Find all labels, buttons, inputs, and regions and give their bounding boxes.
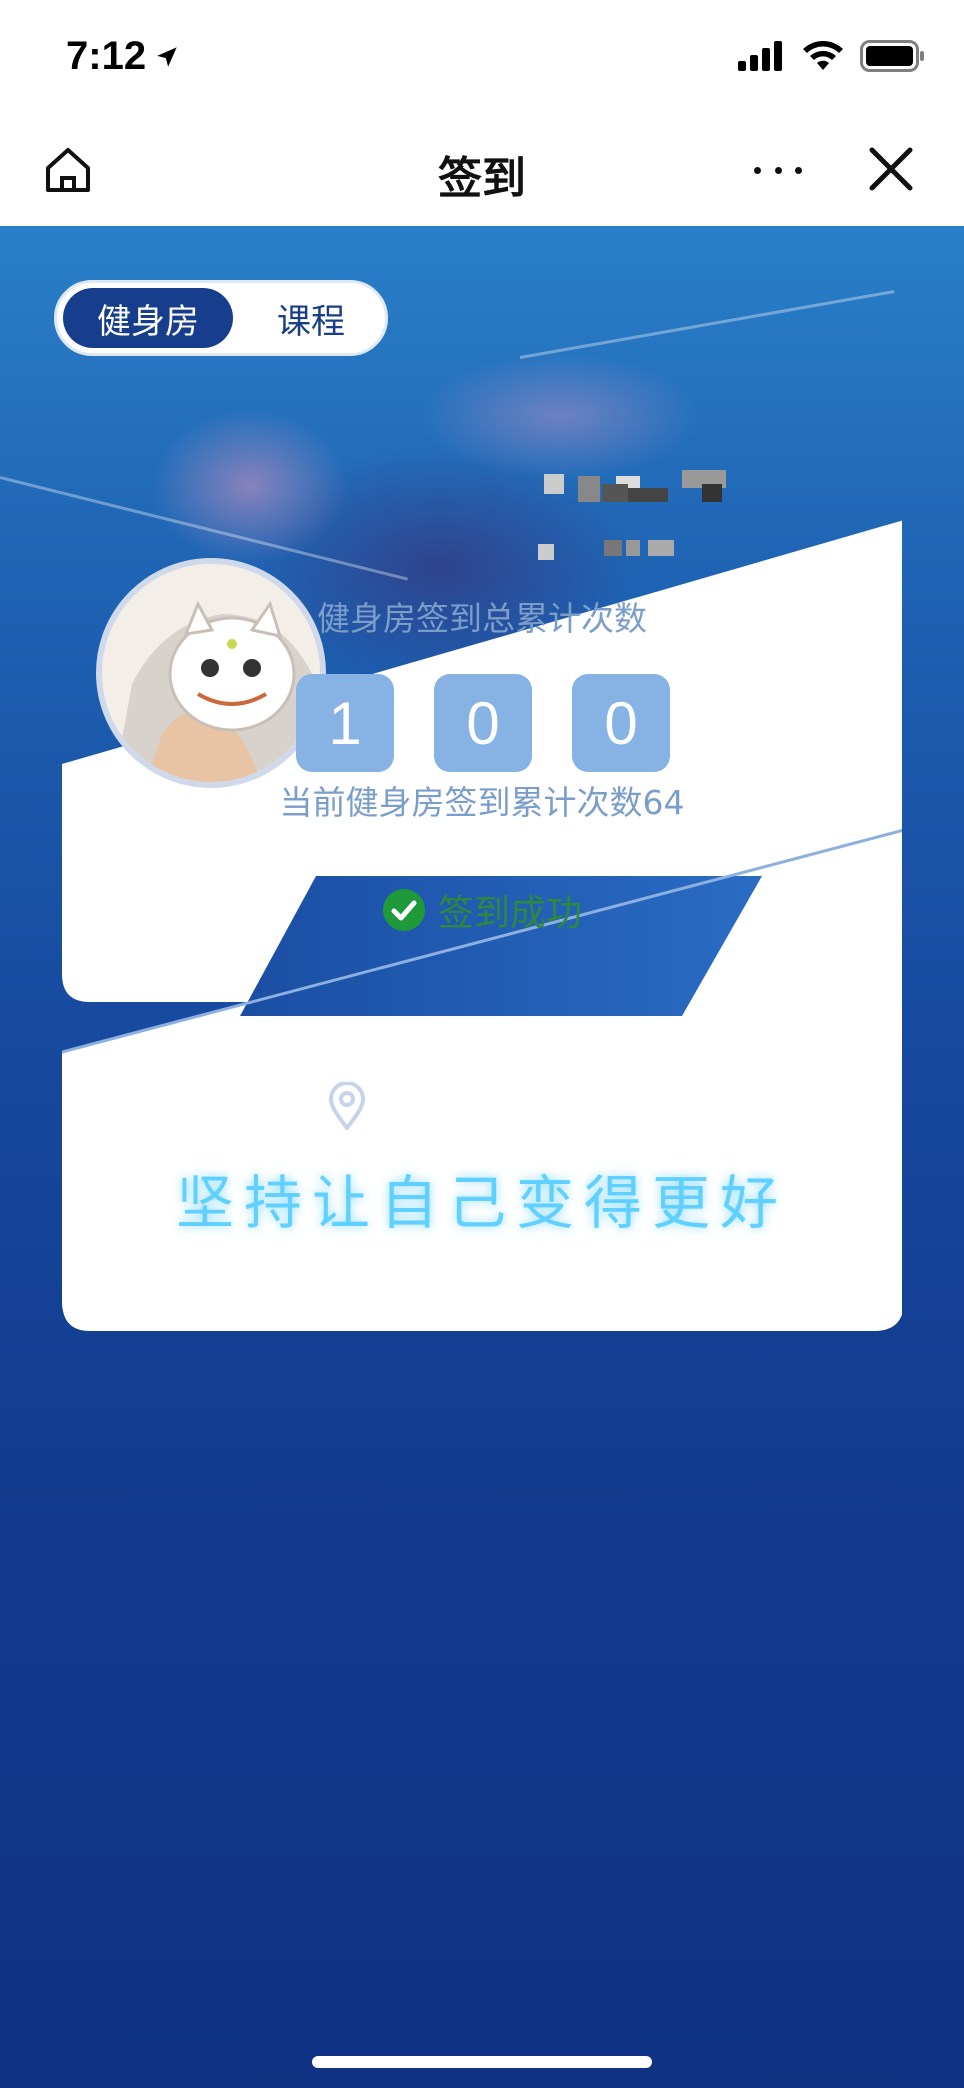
nav-bar: 签到 <box>0 120 964 226</box>
close-icon[interactable] <box>866 144 916 194</box>
status-time: 7:12 <box>66 34 180 79</box>
wifi-icon <box>803 41 843 70</box>
page-title: 签到 <box>438 153 526 204</box>
location-arrow-icon <box>157 46 177 67</box>
more-dot-icon <box>754 166 761 174</box>
battery-icon <box>860 40 924 72</box>
success-text: 签到成功 <box>437 893 582 934</box>
signal-icon <box>738 41 782 71</box>
location-row: 科技绿洲健身房 <box>0 1080 964 1132</box>
more-options-button[interactable] <box>748 140 808 200</box>
status-bar: 7:12 <box>0 0 964 120</box>
count-digit: 0 <box>434 674 532 772</box>
location-pin-icon <box>328 1082 365 1130</box>
count-digit: 1 <box>296 674 394 772</box>
status-icons <box>738 40 926 72</box>
more-dot-icon <box>795 166 802 174</box>
more-dot-icon <box>774 166 782 174</box>
total-checkin-label: 健身房签到总累计次数 <box>317 599 647 638</box>
count-digit: 0 <box>572 674 670 772</box>
current-checkin-label: 当前健身房签到累计次数64 <box>279 783 685 822</box>
slogan: 坚持让自己变得更好 <box>175 1169 788 1237</box>
location-name: 科技绿洲健身房 <box>384 1089 637 1130</box>
checkin-content: 健身房 课程 健身房签到总累计次数 1 0 0 当前健身房签到累计次数64 签到… <box>0 226 964 2088</box>
status-time-text: 7:12 <box>66 34 147 78</box>
check-circle-icon <box>382 889 425 931</box>
checkin-success: 签到成功 <box>0 884 964 936</box>
home-indicator[interactable] <box>312 2056 652 2068</box>
